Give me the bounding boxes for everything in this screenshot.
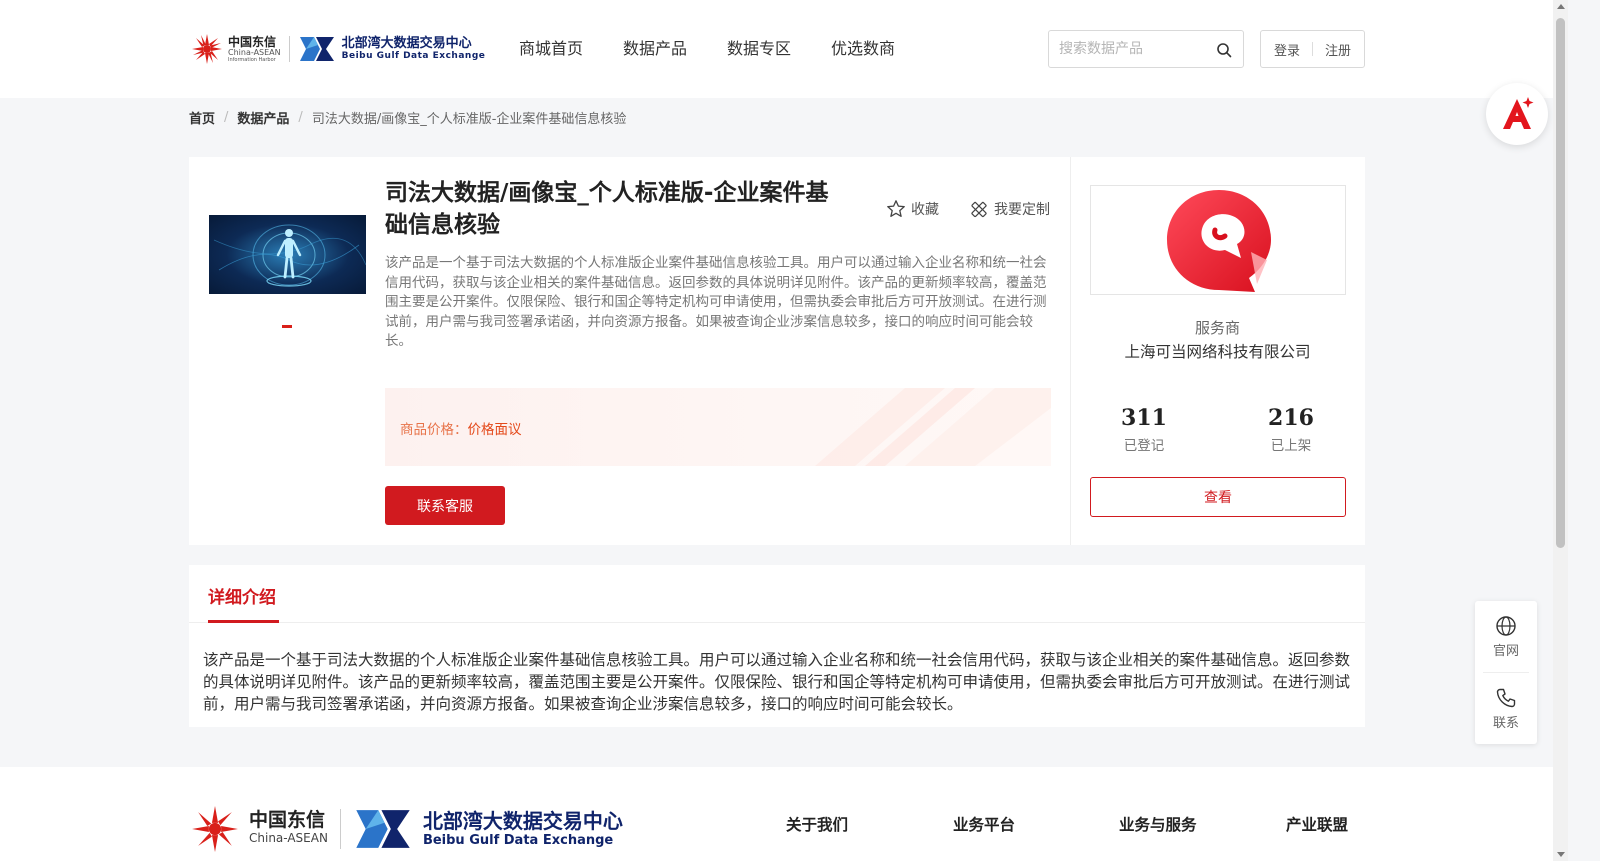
listed-stat: 216 已上架 <box>1246 404 1336 454</box>
product-title: 司法大数据/画像宝_个人标准版-企业案件基础信息核验 <box>385 180 829 238</box>
image-carousel-indicator[interactable] <box>282 325 292 328</box>
footer-logo-bg-chinese: 北部湾大数据交易中心 <box>422 809 623 833</box>
human-scan-illustration <box>213 224 366 287</box>
website-label: 官网 <box>1492 644 1519 659</box>
vendor-type-label: 服务商 <box>1194 319 1240 337</box>
auth-box: 登录 注册 <box>1260 30 1365 68</box>
footer-nav-alliance[interactable]: 产业联盟 <box>1286 813 1348 835</box>
logo-bg-chinese: 北部湾大数据交易中心 <box>341 36 472 51</box>
registered-stat: 311 已登记 <box>1099 404 1189 454</box>
view-vendor-button[interactable]: 查看 <box>1090 477 1346 517</box>
ai-assistant-button[interactable] <box>1486 83 1548 145</box>
breadcrumb-separator: / <box>298 109 303 125</box>
globe-icon <box>1496 616 1516 636</box>
listed-count: 216 <box>1268 405 1314 431</box>
side-toolbar: 官网 联系 <box>1475 601 1537 744</box>
china-asean-emblem-icon <box>192 806 238 852</box>
register-link[interactable]: 注册 <box>1325 40 1351 59</box>
nav-mall-home[interactable]: 商城首页 <box>519 38 583 60</box>
tab-detail-intro[interactable]: 详细介绍 <box>208 583 276 608</box>
detail-tabbar: 详细介绍 <box>189 565 1365 623</box>
website-tool[interactable]: 官网 <box>1475 615 1537 659</box>
logo-bg-english: Beibu Gulf Data Exchange <box>341 51 486 61</box>
active-tab-indicator <box>208 620 279 623</box>
site-logo[interactable]: 中国东信 China-ASEAN Information Harbor 北部湾大… <box>190 29 485 69</box>
footer-nav-platform[interactable]: 业务平台 <box>953 813 1015 835</box>
china-asean-emblem-icon <box>192 34 222 64</box>
footer-nav-services[interactable]: 业务与服务 <box>1119 813 1197 835</box>
auth-divider <box>1312 42 1313 56</box>
price-prefix: 商品价格： <box>400 422 468 438</box>
breadcrumb-home[interactable]: 首页 <box>189 108 215 127</box>
registered-count: 311 <box>1121 405 1167 431</box>
login-link[interactable]: 登录 <box>1274 40 1300 59</box>
main-nav: 商城首页 数据产品 数据专区 优选数商 <box>519 38 935 60</box>
search-input[interactable] <box>1059 39 1209 59</box>
product-description: 该产品是一个基于司法大数据的个人标准版企业案件基础信息核验工具。用户可以通过输入… <box>385 255 1047 350</box>
footer-logo-ct-chinese: 中国东信 <box>249 809 326 831</box>
vendor-name: 上海可当网络科技有限公司 <box>1124 343 1311 361</box>
favorite-button[interactable]: 收藏 <box>886 199 939 219</box>
beibu-gulf-emblem-icon <box>356 810 410 848</box>
logo-divider <box>288 36 290 62</box>
customize-label: 我要定制 <box>994 202 1050 218</box>
breadcrumb: 首页 / 数据产品 / 司法大数据/画像宝_个人标准版-企业案件基础信息核验 <box>189 108 627 127</box>
vendor-logo[interactable] <box>1090 185 1346 295</box>
customize-button[interactable]: 我要定制 <box>969 199 1050 219</box>
nav-data-zone[interactable]: 数据专区 <box>727 38 791 60</box>
scroll-down-arrow-icon[interactable] <box>1557 852 1565 857</box>
product-card: 司法大数据/画像宝_个人标准版-企业案件基础信息核验 收藏 我要定制 该产品是一… <box>189 157 1365 545</box>
detail-section: 详细介绍 该产品是一个基于司法大数据的个人标准版企业案件基础信息核验工具。用户可… <box>189 565 1365 727</box>
footer-logo-divider <box>339 809 341 849</box>
price-label: 商品价格：价格面议 <box>400 418 522 438</box>
contact-label: 联系 <box>1492 716 1519 731</box>
page-scrollbar[interactable] <box>1553 0 1568 861</box>
search-box <box>1048 30 1244 68</box>
logo-ct-english: China-ASEAN <box>228 47 281 57</box>
beibu-gulf-emblem-icon <box>299 37 334 61</box>
footer-logo-bg-english: Beibu Gulf Data Exchange <box>422 833 614 848</box>
product-image[interactable] <box>209 215 366 294</box>
price-box: 商品价格：价格面议 <box>385 388 1051 466</box>
breadcrumb-separator: / <box>224 109 229 125</box>
ai-assistant-icon <box>1503 97 1534 129</box>
footer-logo[interactable]: 中国东信 China-ASEAN 北部湾大数据交易中心 Beibu Gulf D… <box>189 803 623 855</box>
tool-divider <box>1483 672 1529 673</box>
footer-nav-about[interactable]: 关于我们 <box>786 813 848 835</box>
logo-ct-english-sub: Information Harbor <box>228 56 276 63</box>
nav-data-products[interactable]: 数据产品 <box>623 38 687 60</box>
scroll-up-arrow-icon[interactable] <box>1557 4 1565 9</box>
star-icon <box>887 200 905 217</box>
registered-label: 已登记 <box>1123 438 1165 454</box>
footer-logo-ct-english: China-ASEAN <box>249 831 328 845</box>
detail-text: 该产品是一个基于司法大数据的个人标准版企业案件基础信息核验工具。用户可以通过输入… <box>203 651 1351 713</box>
contact-service-button[interactable]: 联系客服 <box>385 486 505 525</box>
contact-tool[interactable]: 联系 <box>1475 687 1537 731</box>
vendor-logo-icon <box>1167 190 1271 292</box>
logo-ct-chinese: 中国东信 <box>228 34 277 49</box>
listed-label: 已上架 <box>1270 438 1312 454</box>
phone-icon <box>1496 688 1516 708</box>
scroll-thumb[interactable] <box>1556 18 1565 548</box>
breadcrumb-current: 司法大数据/画像宝_个人标准版-企业案件基础信息核验 <box>311 111 627 127</box>
site-header: 中国东信 China-ASEAN Information Harbor 北部湾大… <box>0 0 1553 98</box>
favorite-label: 收藏 <box>911 202 939 218</box>
window-gutter <box>1568 0 1600 861</box>
nav-featured-vendors[interactable]: 优选数商 <box>831 38 895 60</box>
site-footer: 中国东信 China-ASEAN 北部湾大数据交易中心 Beibu Gulf D… <box>0 767 1553 861</box>
search-icon[interactable] <box>1216 42 1232 58</box>
china-asean-logo: 中国东信 China-ASEAN Information Harbor <box>190 32 281 66</box>
breadcrumb-category[interactable]: 数据产品 <box>237 108 289 127</box>
price-value: 价格面议 <box>467 422 522 438</box>
ruler-pencil-icon <box>971 201 987 218</box>
